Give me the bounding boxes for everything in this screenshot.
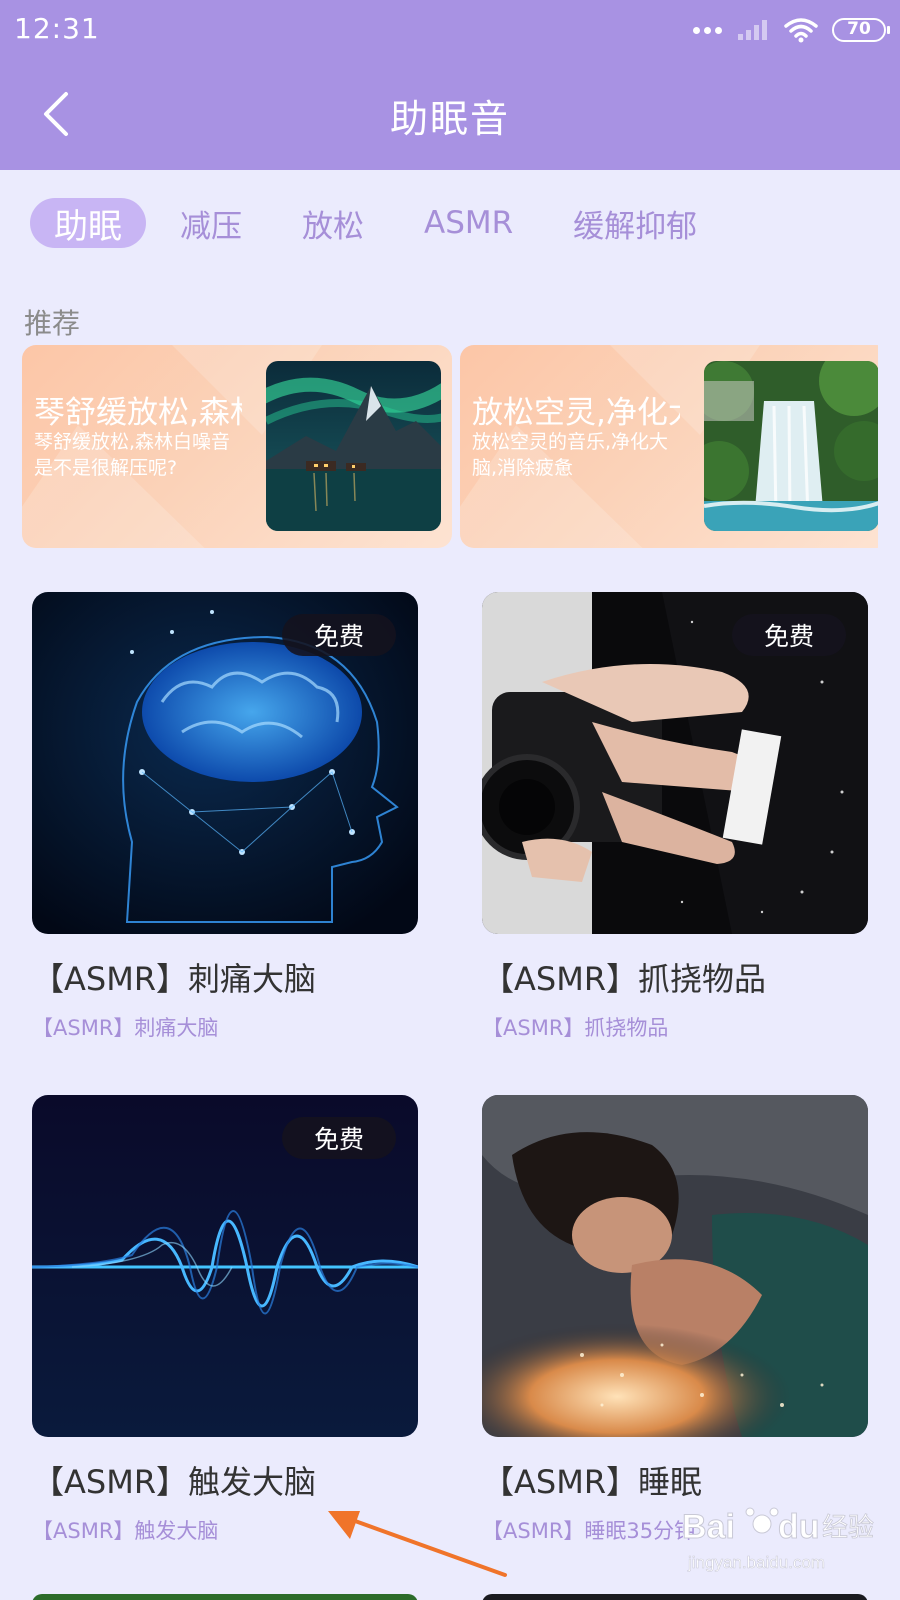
svg-text:du: du [778, 1508, 820, 1546]
recommend-card-title: 琴舒缓放松,森林 [34, 395, 242, 431]
recommend-carousel[interactable]: 琴舒缓放松,森林 琴舒缓放松,森林白噪音是不是很解压呢? 放松空灵,净化大 放松… [22, 345, 878, 548]
baidu-watermark-logo: Bai du 经验 jingyan.baidu.com [680, 1500, 880, 1580]
page-title: 助眠音 [389, 97, 510, 141]
free-badge: 免费 [732, 614, 846, 656]
recommend-card-title: 放松空灵,净化大 [472, 395, 680, 431]
status-time: 12:31 [14, 12, 100, 45]
card-title: 【ASMR】触发大脑 [32, 1463, 317, 1501]
aurora-mountain-image [266, 361, 441, 531]
svg-text:经验: 经验 [822, 1513, 874, 1543]
tab-relax[interactable]: 放松 [302, 198, 364, 248]
recommend-card-desc: 放松空灵的音乐,净化大脑,消除疲惫 [472, 431, 669, 479]
sound-card[interactable]: 【ASMR】睡眠 【ASMR】睡眠35分钟 [482, 1095, 868, 1545]
next-card-peek [32, 1594, 418, 1600]
free-badge: 免费 [282, 1117, 396, 1159]
recommend-section-title: 推荐 [24, 307, 81, 340]
free-badge: 免费 [282, 614, 396, 656]
glowing-brain-image: 免费 [32, 592, 418, 934]
wifi-icon [784, 18, 818, 43]
sound-card[interactable]: 免费 【ASMR】抓挠物品 【ASMR】抓挠物品 [482, 592, 868, 1042]
signal-icon [738, 20, 767, 40]
camera-hands-image: 免费 [482, 592, 868, 934]
status-icons: 70 [693, 14, 890, 46]
card-title: 【ASMR】睡眠 [482, 1463, 703, 1501]
sleeping-woman-image [482, 1095, 868, 1437]
waterfall-image [704, 361, 878, 531]
sound-card[interactable]: 免费 【ASMR】刺痛大脑 【ASMR】刺痛大脑 [32, 592, 418, 1042]
card-subtitle: 【ASMR】抓挠物品 [482, 1016, 669, 1040]
more-dots-icon [693, 26, 722, 34]
tab-stress-relief[interactable]: 减压 [180, 198, 242, 248]
annotation-arrow-icon [328, 1511, 507, 1577]
card-title: 【ASMR】抓挠物品 [482, 960, 767, 998]
recommend-card[interactable]: 放松空灵,净化大 放松空灵的音乐,净化大脑,消除疲惫 [460, 345, 878, 548]
sound-wave-image: 免费 [32, 1095, 418, 1437]
tab-sleep[interactable]: 助眠 [30, 198, 146, 248]
recommend-card-desc: 琴舒缓放松,森林白噪音是不是很解压呢? [34, 431, 231, 479]
svg-text:Bai: Bai [682, 1508, 735, 1546]
tab-asmr[interactable]: ASMR [424, 198, 513, 248]
recommend-card[interactable]: 琴舒缓放松,森林 琴舒缓放松,森林白噪音是不是很解压呢? [22, 345, 452, 548]
category-tabs: 助眠 减压 放松 ASMR 缓解抑郁 [30, 198, 757, 248]
tab-depression-relief[interactable]: 缓解抑郁 [573, 198, 697, 248]
battery-indicator: 70 [832, 18, 890, 42]
next-card-peek [482, 1594, 868, 1600]
svg-text:jingyan.baidu.com: jingyan.baidu.com [687, 1553, 825, 1572]
card-subtitle: 【ASMR】刺痛大脑 [32, 1016, 219, 1040]
sound-card[interactable]: 免费 【ASMR】触发大脑 【ASMR】触发大脑 [32, 1095, 418, 1545]
card-title: 【ASMR】刺痛大脑 [32, 960, 317, 998]
app-header: 12:31 70 助眠音 [0, 0, 900, 170]
